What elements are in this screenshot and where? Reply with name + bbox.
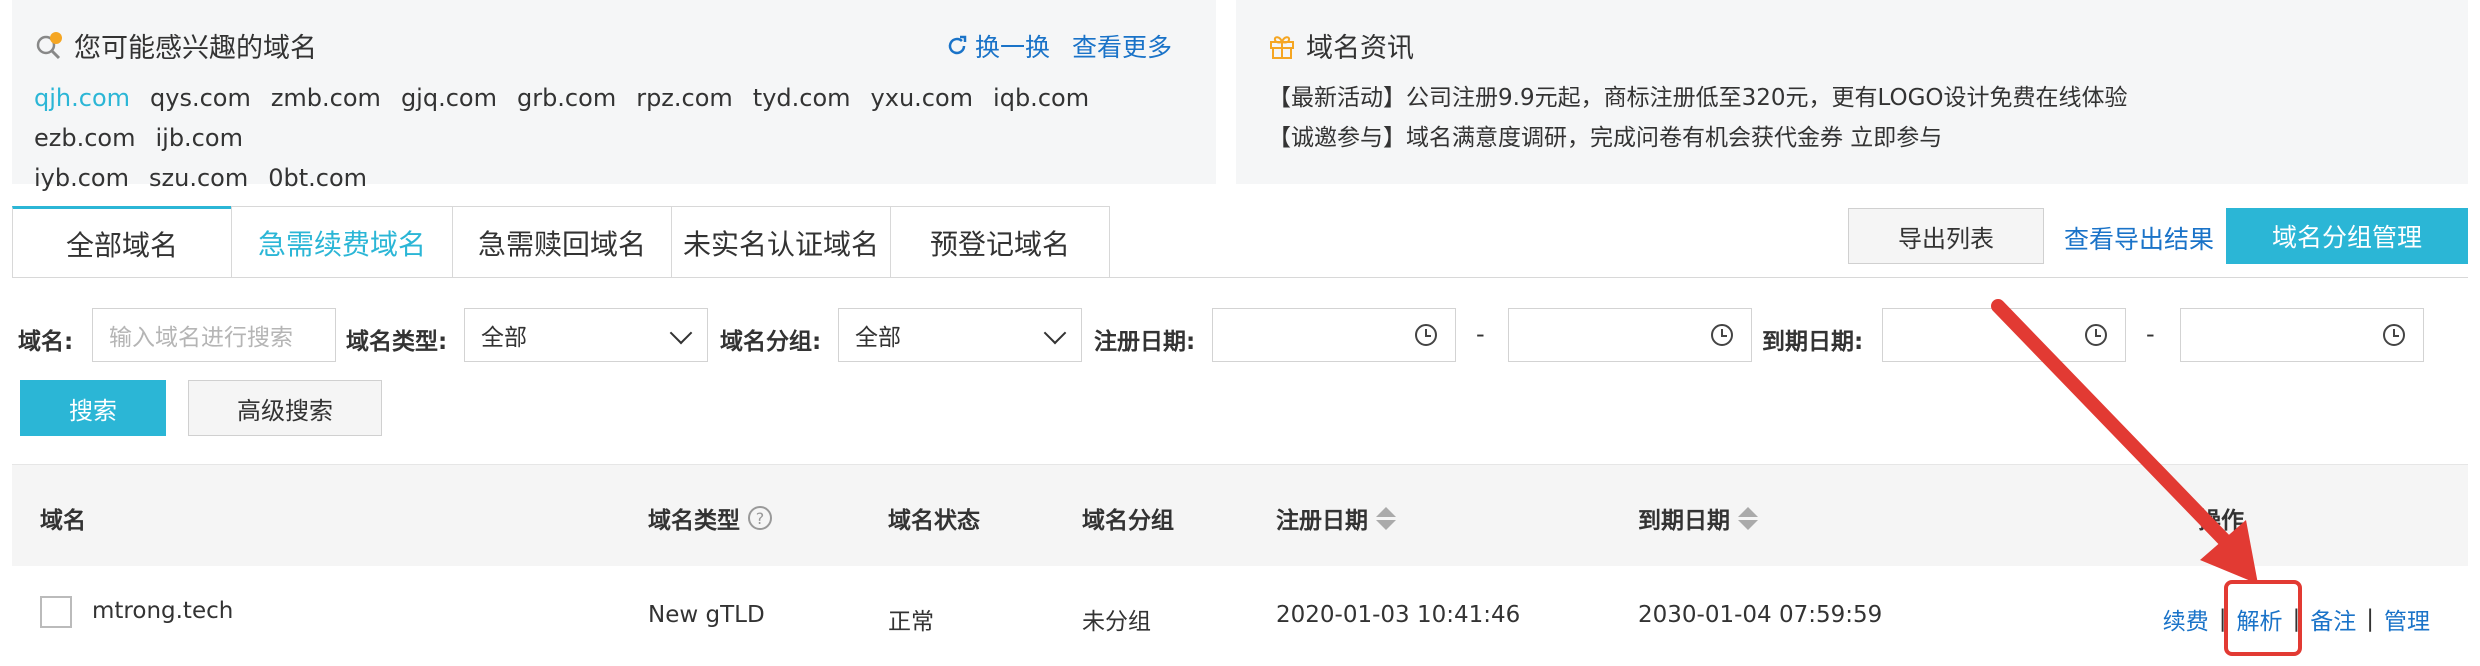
annotation-arrow-icon [1991,299,2258,584]
annotation-highlight-box [2224,580,2302,656]
